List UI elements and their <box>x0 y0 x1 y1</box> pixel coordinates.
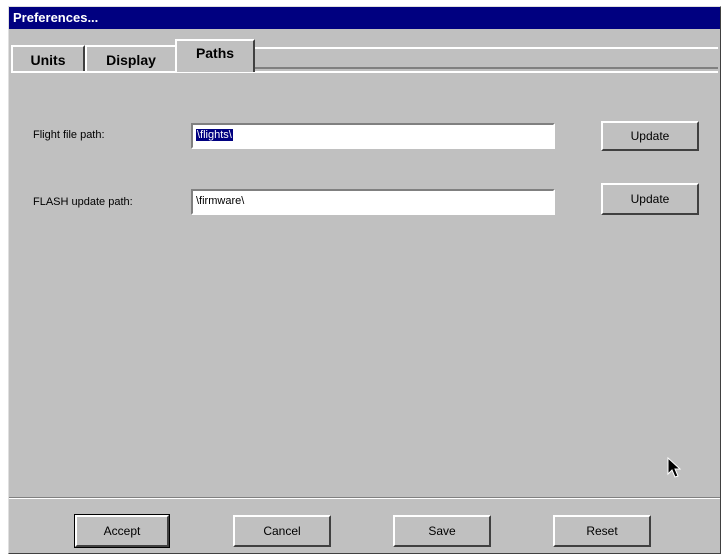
tab-strip: Units Display Paths <box>11 37 718 72</box>
update-flash-path-button[interactable]: Update <box>601 183 699 215</box>
reset-button[interactable]: Reset <box>553 515 651 547</box>
flash-update-path-label: FLASH update path: <box>33 196 133 208</box>
tab-paths[interactable]: Paths <box>175 39 255 72</box>
window-title: Preferences... <box>9 7 720 29</box>
accept-button[interactable]: Accept <box>74 514 170 548</box>
tab-strip-filler <box>254 47 718 69</box>
flight-file-path-input[interactable]: \flights\ <box>191 123 555 149</box>
update-flight-path-button[interactable]: Update <box>601 121 699 151</box>
tab-display[interactable]: Display <box>85 45 177 71</box>
flight-file-path-label: Flight file path: <box>33 129 105 141</box>
footer-separator <box>9 497 720 499</box>
flight-file-path-value: \flights\ <box>196 129 233 141</box>
flash-update-path-value: \firmware\ <box>196 195 245 207</box>
tab-units[interactable]: Units <box>11 45 85 71</box>
preferences-window: Preferences... Units Display Paths Fligh… <box>8 6 721 554</box>
paths-panel: Flight file path: \flights\ Update FLASH… <box>11 71 718 483</box>
cancel-button[interactable]: Cancel <box>233 515 331 547</box>
flash-update-path-input[interactable]: \firmware\ <box>191 189 555 215</box>
mouse-pointer-icon <box>667 457 681 478</box>
save-button[interactable]: Save <box>393 515 491 547</box>
